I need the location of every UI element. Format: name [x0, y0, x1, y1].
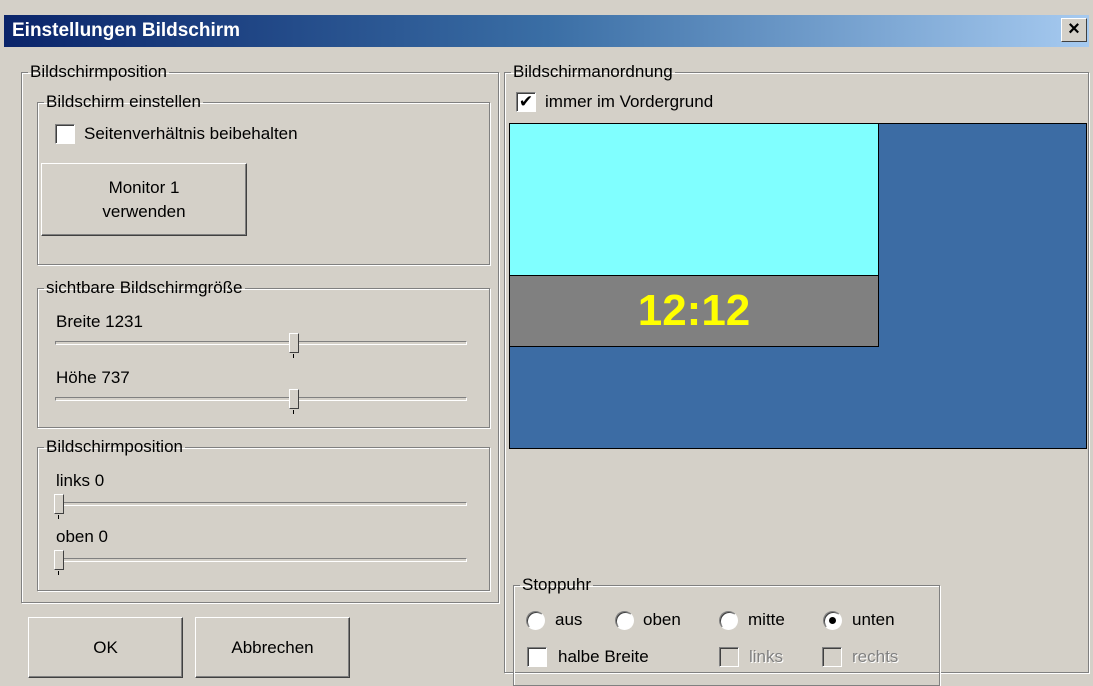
- left-offset-slider-tick: [58, 515, 59, 519]
- title-bar[interactable]: Einstellungen Bildschirm ×: [4, 15, 1089, 47]
- stopwatch-radio-mitte[interactable]: [719, 611, 738, 630]
- stopwatch-right-checkbox[interactable]: [822, 647, 842, 667]
- width-slider-tick: [293, 354, 294, 358]
- stopwatch-right-label: rechts: [852, 647, 899, 666]
- monitor-area[interactable]: [510, 124, 879, 276]
- window-title: Einstellungen Bildschirm: [12, 20, 241, 41]
- stopwatch-option-oben: oben: [643, 610, 681, 629]
- position-legend: Bildschirmposition: [46, 437, 183, 456]
- close-icon: ×: [1068, 18, 1080, 40]
- always-on-top-label: immer im Vordergrund: [545, 92, 714, 111]
- height-slider-thumb[interactable]: [289, 389, 299, 409]
- ok-button[interactable]: OK: [28, 617, 183, 678]
- stopwatch-left-label: links: [749, 647, 784, 666]
- use-monitor-label-line1: Monitor 1: [108, 177, 180, 197]
- stopwatch-radio-unten[interactable]: [823, 611, 842, 630]
- clock-text: 12:12: [637, 286, 751, 335]
- close-button[interactable]: ×: [1061, 18, 1087, 42]
- stopwatch-option-aus: aus: [555, 610, 583, 629]
- top-offset-slider-track[interactable]: [55, 558, 467, 562]
- visible-size-legend: sichtbare Bildschirmgröße: [46, 278, 243, 297]
- clock-bar[interactable]: 12:12: [510, 275, 879, 347]
- half-width-label: halbe Breite: [558, 647, 649, 666]
- ok-label: OK: [93, 637, 118, 657]
- top-offset-label: oben 0: [56, 527, 108, 546]
- check-icon: ✔: [518, 92, 534, 111]
- aspect-ratio-label: Seitenverhältnis beibehalten: [84, 124, 298, 143]
- width-slider-track[interactable]: [55, 341, 467, 345]
- cancel-label: Abbrechen: [231, 637, 314, 657]
- top-offset-slider-tick: [58, 571, 59, 575]
- stopwatch-left-checkbox[interactable]: [719, 647, 739, 667]
- screen-preview[interactable]: 12:12: [509, 123, 1087, 449]
- stopwatch-group: Stoppuhr: [513, 576, 940, 686]
- aspect-ratio-checkbox[interactable]: [55, 124, 75, 144]
- always-on-top-checkbox[interactable]: ✔: [516, 92, 536, 112]
- use-monitor-label-line2: verwenden: [102, 201, 186, 221]
- stopwatch-legend: Stoppuhr: [522, 575, 591, 594]
- position-group: Bildschirmposition: [37, 438, 490, 591]
- height-slider-track[interactable]: [55, 397, 467, 401]
- radio-selected-dot: [829, 617, 836, 624]
- use-monitor-button[interactable]: Monitor 1 verwenden: [41, 163, 247, 236]
- half-width-checkbox[interactable]: [527, 647, 547, 667]
- stopwatch-option-mitte: mitte: [748, 610, 785, 629]
- stopwatch-radio-oben[interactable]: [615, 611, 634, 630]
- left-offset-label: links 0: [56, 471, 105, 490]
- height-label: Höhe 737: [56, 368, 130, 387]
- settings-dialog: Einstellungen Bildschirm × Bildschirmpos…: [0, 0, 1093, 686]
- screen-arrangement-legend: Bildschirmanordnung: [513, 62, 673, 81]
- top-offset-slider-thumb[interactable]: [54, 550, 64, 570]
- visible-size-group: sichtbare Bildschirmgröße: [37, 279, 490, 428]
- stopwatch-option-unten: unten: [852, 610, 895, 629]
- height-slider-tick: [293, 410, 294, 414]
- width-label: Breite 1231: [56, 312, 143, 331]
- stopwatch-radio-aus[interactable]: [526, 611, 545, 630]
- width-slider-thumb[interactable]: [289, 333, 299, 353]
- cancel-button[interactable]: Abbrechen: [195, 617, 350, 678]
- left-offset-slider-thumb[interactable]: [54, 494, 64, 514]
- left-offset-slider-track[interactable]: [55, 502, 467, 506]
- screen-position-outer-legend: Bildschirmposition: [30, 62, 167, 81]
- adjust-screen-legend: Bildschirm einstellen: [46, 92, 201, 111]
